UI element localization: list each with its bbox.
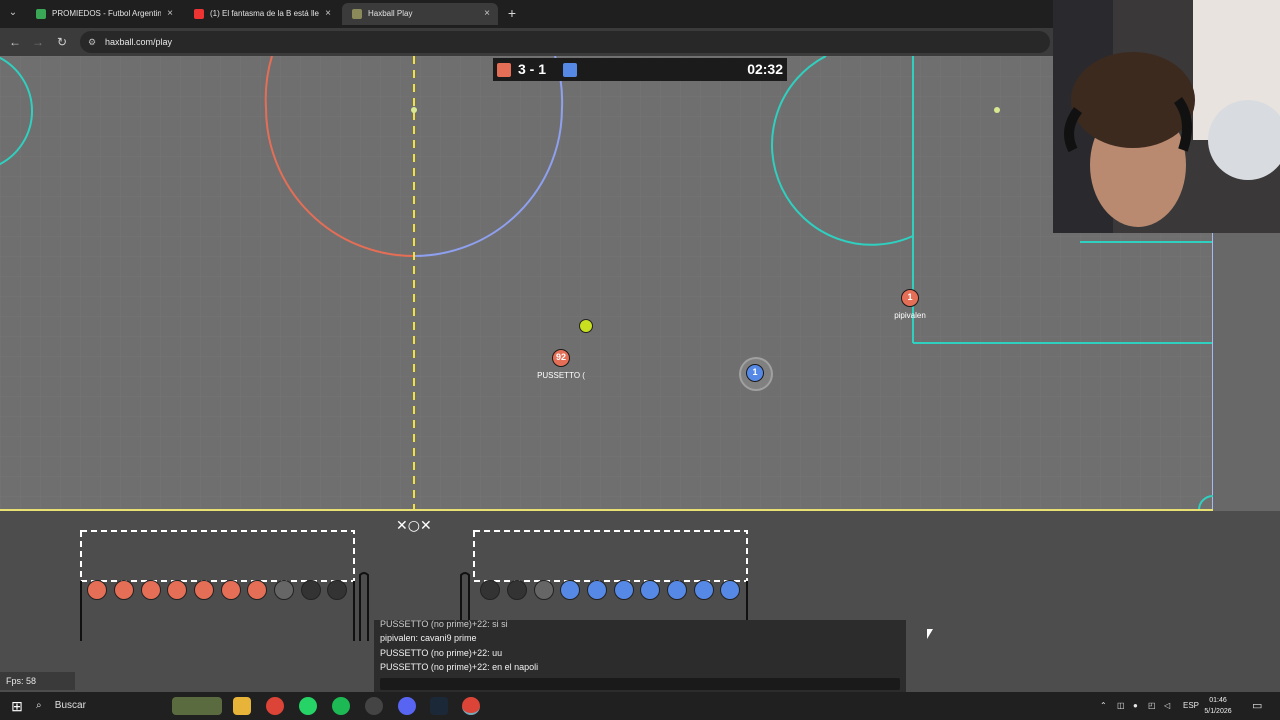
tray-wifi-icon[interactable]: ◰ [1148, 692, 1156, 720]
chat-message: pipivalen: cavani9 prime [380, 633, 477, 643]
game-ball [579, 319, 593, 333]
red-team-swatch [497, 63, 511, 77]
discord-icon[interactable] [398, 697, 416, 715]
language-indicator[interactable]: ESP [1183, 692, 1199, 720]
rack-ball [301, 580, 321, 600]
chrome-active-icon[interactable] [462, 697, 480, 715]
rack-ball [194, 580, 214, 600]
rack-ball [587, 580, 607, 600]
whatsapp-icon[interactable] [299, 697, 317, 715]
notifications-icon[interactable]: ▭ [1252, 692, 1262, 720]
promiedos-favicon-icon [36, 9, 46, 19]
widget-icon[interactable] [172, 697, 222, 715]
taskbar-clock[interactable]: 01:46 5/1/2026 [1198, 695, 1238, 717]
player-red-92: 92 [552, 349, 570, 367]
rack-ball [167, 580, 187, 600]
rack-ball [534, 580, 554, 600]
url-text: haxball.com/play [105, 37, 173, 47]
chrome-icon[interactable] [266, 697, 284, 715]
player-blue-1: 1 [746, 364, 764, 382]
rack-ball [274, 580, 294, 600]
rack-ball [640, 580, 660, 600]
app-icon[interactable] [365, 697, 383, 715]
rack-ball [720, 580, 740, 600]
file-explorer-icon[interactable] [233, 697, 251, 715]
rack-ball [667, 580, 687, 600]
svg-text:✕○✕: ✕○✕ [396, 518, 432, 534]
reload-icon[interactable]: ↻ [53, 33, 71, 51]
tab-search-icon[interactable]: ⌄ [4, 4, 22, 22]
chat-message: PUSSETTO (no prime)+22: si si [380, 619, 508, 629]
match-timer: 02:32 [747, 61, 783, 77]
tray-mic-icon[interactable]: ● [1133, 692, 1138, 720]
rack-ball [141, 580, 161, 600]
tray-volume-icon[interactable]: ◁ [1164, 692, 1170, 720]
clock-time: 01:46 [1209, 697, 1227, 704]
spotify-icon[interactable] [332, 697, 350, 715]
youtube-favicon-icon [194, 9, 204, 19]
search-label: Buscar [54, 700, 86, 711]
address-bar[interactable]: ⚙ haxball.com/play [80, 31, 1050, 53]
webcam-overlay [1053, 0, 1280, 233]
rack-ball [247, 580, 267, 600]
blue-team-swatch [563, 63, 577, 77]
webcam-feed [1053, 0, 1280, 233]
close-tab-icon[interactable]: × [481, 3, 493, 25]
rack-ball [221, 580, 241, 600]
player-name: PUSSETTO ( [537, 371, 585, 380]
rack-ball [507, 580, 527, 600]
scoreboard: 3 - 1 02:32 [493, 58, 787, 81]
tab-haxball[interactable]: Haxball Play × [342, 3, 498, 25]
site-info-icon[interactable]: ⚙ [88, 36, 100, 48]
new-tab-button[interactable]: + [505, 4, 519, 22]
haxball-favicon-icon [352, 9, 362, 19]
chat-message: PUSSETTO (no prime)+22: uu [380, 648, 503, 658]
chat-message: PUSSETTO (no prime)+22: en el napoli [380, 662, 539, 672]
fps-counter: Fps: 58 [0, 672, 75, 690]
tray-chevron-icon[interactable]: ⌃ [1100, 692, 1107, 720]
score-text: 3 - 1 [518, 61, 547, 77]
rack-ball [87, 580, 107, 600]
chat-input[interactable] [380, 678, 900, 690]
taskbar-search[interactable]: ⌕ Buscar [36, 692, 86, 720]
close-tab-icon[interactable]: × [164, 3, 176, 25]
steam-icon[interactable] [430, 697, 448, 715]
rack-ball [614, 580, 634, 600]
close-tab-icon[interactable]: × [322, 3, 334, 25]
player-name: pipivalen [894, 311, 926, 320]
rack-ball [327, 580, 347, 600]
tray-network-icon[interactable]: ◫ [1117, 692, 1125, 720]
back-icon[interactable]: ← [6, 33, 24, 51]
rack-ball [480, 580, 500, 600]
search-icon: ⌕ [36, 700, 42, 711]
rack-ball [560, 580, 580, 600]
rack-ball [694, 580, 714, 600]
forward-icon[interactable]: → [29, 33, 47, 51]
start-windows-icon[interactable]: ⊞ [8, 697, 26, 715]
player-red-1: 1 [901, 289, 919, 307]
clock-date: 5/1/2026 [1204, 708, 1232, 715]
mouse-cursor-icon [927, 629, 933, 639]
rack-ball [114, 580, 134, 600]
tab-youtube[interactable]: (1) El fantasma de la B está lleg × [184, 3, 339, 25]
windows-taskbar: ⊞ ⌕ Buscar ⌃ ◫ ● ◰ ◁ ESP 01:46 5/1/2026 … [0, 692, 1280, 720]
chat-panel: PUSSETTO (no prime)+22: si si pipivalen:… [374, 619, 906, 693]
tab-promiedos[interactable]: PROMIEDOS - Futbol Argentino × [26, 3, 181, 25]
